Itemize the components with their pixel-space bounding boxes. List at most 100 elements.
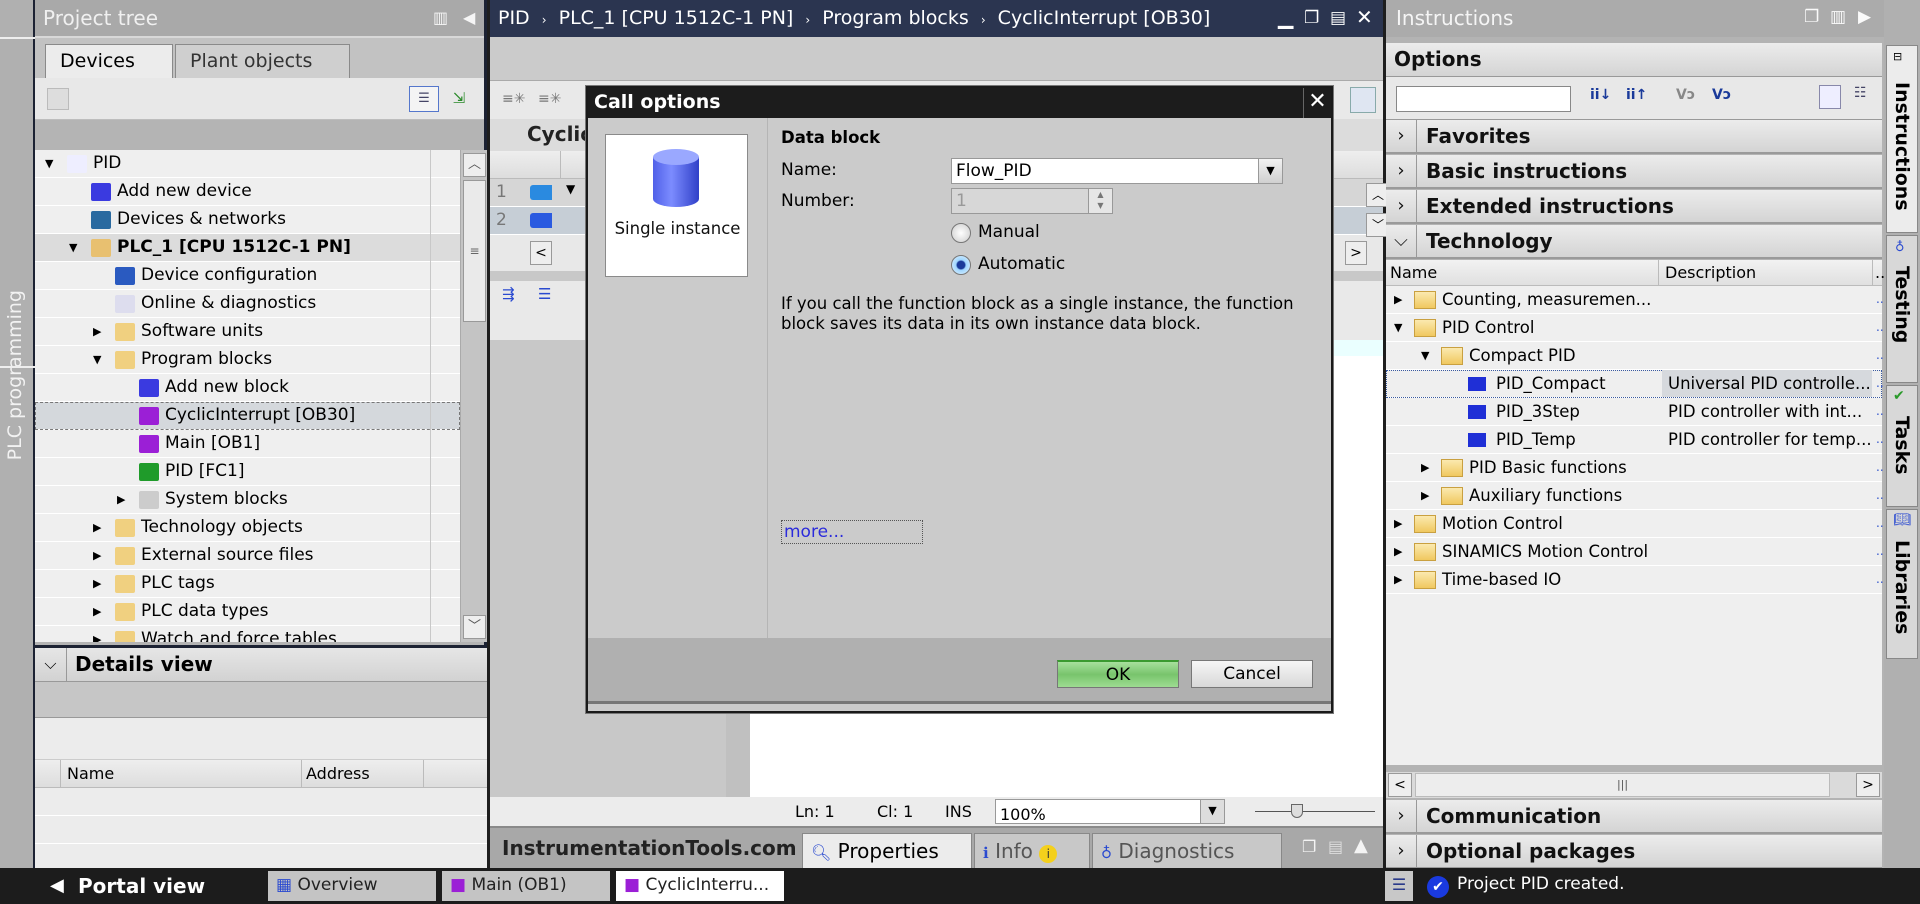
expanded-arrow-icon[interactable]: ▼ [1421, 342, 1429, 369]
user-interface-icon[interactable] [1350, 87, 1376, 113]
collapsed-arrow-icon[interactable]: ▶ [1394, 566, 1402, 593]
expanded-arrow-icon[interactable]: ▼ [93, 346, 101, 373]
manual-label[interactable]: Manual [978, 222, 1040, 242]
scroll-right-button[interactable]: > [1856, 773, 1880, 797]
zoom-slider[interactable] [1255, 804, 1375, 818]
column-description[interactable]: Description [1658, 260, 1762, 286]
automatic-label[interactable]: Automatic [978, 254, 1065, 274]
instructions-search-input[interactable] [1396, 86, 1571, 112]
collapsed-arrow-icon[interactable]: ▶ [93, 318, 101, 345]
more-info-link[interactable]: .. [1876, 398, 1884, 425]
panel-layout-icon[interactable]: ▥ [1830, 7, 1846, 27]
instruction-item[interactable]: PID_Temp PID controller for temp..... [1386, 426, 1884, 454]
show-hide-icon[interactable] [47, 88, 69, 110]
instruction-item[interactable]: ▶ Counting, measuremen..... [1386, 286, 1884, 314]
tab-tasks[interactable]: ✔ Tasks [1886, 385, 1918, 507]
instruction-item[interactable]: ▶ SINAMICS Motion Control.. [1386, 538, 1884, 566]
collapsed-arrow-icon[interactable]: ▶ [1394, 286, 1402, 313]
tree-item[interactable]: PID [FC1] [35, 458, 460, 486]
tab-instructions[interactable]: ⊟ Instructions [1886, 45, 1918, 233]
taskbar-tab-cyclicinterrupt[interactable]: ■ CyclicInterru... [616, 871, 784, 901]
collapse-right-icon[interactable]: ▶ [1858, 7, 1871, 27]
collapsed-arrow-icon[interactable]: ▶ [93, 542, 101, 569]
instruction-item[interactable]: ▶ Auxiliary functions.. [1386, 482, 1884, 510]
panel-layout-icon[interactable]: ▥ [433, 8, 448, 27]
search-down-icon[interactable]: ii↓ [1590, 87, 1611, 103]
instructions-horizontal-scrollbar[interactable]: < ||| > [1386, 772, 1882, 798]
instruction-section[interactable]: ⌵ Technology [1386, 225, 1882, 259]
scroll-left-button[interactable]: < [1388, 773, 1412, 797]
slider-knob[interactable] [1291, 804, 1303, 818]
restore-icon[interactable]: ❐ [1304, 8, 1319, 28]
instruction-item[interactable]: ▶ PID Basic functions.. [1386, 454, 1884, 482]
dialog-close-button[interactable]: ✕ [1303, 88, 1331, 118]
more-info-link[interactable]: .. [1876, 370, 1884, 397]
instruction-section[interactable]: › Basic instructions [1386, 155, 1882, 189]
more-info-link[interactable]: .. [1876, 314, 1884, 341]
expand-all-icon[interactable]: ☰ [538, 285, 551, 303]
tree-item[interactable]: ▼ Program blocks [35, 346, 460, 374]
plc-programming-strip[interactable]: PLC programming [0, 0, 35, 868]
collapsed-arrow-icon[interactable]: ▶ [1421, 482, 1429, 509]
column-name[interactable]: Name [67, 764, 114, 783]
chevron-down-icon[interactable]: ⌵ [35, 648, 67, 682]
tab-properties[interactable]: 🔍︎ Properties [802, 833, 972, 870]
scroll-thumb[interactable]: ||| [1415, 773, 1830, 797]
update-version-icon[interactable]: Vↄ [1712, 87, 1731, 103]
collapsed-arrow-icon[interactable]: ▶ [93, 514, 101, 541]
tree-item[interactable]: ▶ PLC tags [35, 570, 460, 598]
instruction-section[interactable]: › Communication [1386, 800, 1882, 834]
expand-icon[interactable]: ▼ [566, 182, 575, 196]
tab-diagnostics[interactable]: ♁ Diagnostics [1092, 833, 1282, 870]
more-info-link[interactable]: .. [1876, 342, 1884, 369]
scroll-right-button[interactable]: > [1345, 241, 1367, 265]
dropdown-arrow-icon[interactable]: ▼ [1200, 800, 1224, 823]
refresh-view-icon[interactable]: ⇲ [445, 86, 473, 112]
instruction-item[interactable]: ▶ Time-based IO.. [1386, 566, 1884, 594]
tree-item[interactable]: Device configuration [35, 262, 460, 290]
scroll-thumb[interactable]: ≡ [463, 180, 486, 322]
expanded-arrow-icon[interactable]: ▼ [1394, 314, 1402, 341]
manual-radio[interactable] [951, 223, 971, 243]
tree-item[interactable]: ▶ System blocks [35, 486, 460, 514]
tab-testing[interactable]: ♁ Testing [1886, 235, 1918, 383]
ok-button[interactable]: OK [1057, 660, 1179, 688]
instruction-item[interactable]: ▼ PID Control.. [1386, 314, 1884, 342]
breadcrumb-item[interactable]: PLC_1 [CPU 1512C-1 PN] [559, 7, 794, 29]
tab-libraries[interactable]: 📖︎ Libraries [1886, 509, 1918, 659]
scroll-left-button[interactable]: < [530, 241, 552, 265]
collapsed-arrow-icon[interactable]: ▶ [1394, 538, 1402, 565]
more-link[interactable]: more... [781, 520, 923, 544]
more-info-link[interactable]: .. [1876, 286, 1884, 313]
minimize-icon[interactable]: ▁ [1278, 5, 1293, 29]
breadcrumb-item[interactable]: Program blocks [822, 7, 969, 29]
insert-network-icon[interactable]: ≡✳ [538, 91, 561, 107]
collapsed-arrow-icon[interactable]: ▶ [93, 570, 101, 597]
version-icon[interactable]: Vↄ [1676, 87, 1695, 103]
tree-item[interactable]: Online & diagnostics [35, 290, 460, 318]
tree-item[interactable]: ▶ External source files [35, 542, 460, 570]
more-info-link[interactable]: .. [1876, 426, 1884, 453]
tab-plant-objects[interactable]: Plant objects [175, 44, 350, 80]
collapsed-arrow-icon[interactable]: ▶ [93, 598, 101, 625]
instruction-item[interactable]: PID_3Step PID controller with int..... [1386, 398, 1884, 426]
data-block-name-field[interactable]: Flow_PID ▼ [951, 158, 1283, 184]
more-info-link[interactable]: .. [1876, 538, 1884, 565]
collapsed-arrow-icon[interactable]: ▶ [1394, 510, 1402, 537]
tab-devices[interactable]: Devices [45, 44, 173, 82]
tree-item[interactable]: ▶ Technology objects [35, 514, 460, 542]
tree-item[interactable]: Main [OB1] [35, 430, 460, 458]
portal-view-button[interactable]: Portal view [78, 874, 205, 898]
tree-vertical-scrollbar[interactable]: ︿ ≡ ﹀ [460, 150, 487, 642]
instruction-section[interactable]: › Extended instructions [1386, 190, 1882, 224]
taskbar-tab-overview[interactable]: ▦ Overview [268, 871, 436, 901]
view-mode-icon[interactable] [1819, 85, 1841, 109]
collapsed-arrow-icon[interactable]: ▶ [117, 486, 125, 513]
message-history-icon[interactable]: ☰ [1385, 871, 1413, 901]
chevron-right-icon[interactable]: › [1386, 120, 1417, 152]
column-name[interactable]: Name [1390, 263, 1437, 282]
more-info-link[interactable]: .. [1876, 566, 1884, 593]
chevron-right-icon[interactable]: › [1386, 155, 1417, 187]
maximize-icon[interactable]: ▤ [1330, 8, 1346, 28]
tree-item[interactable]: Add new block [35, 374, 460, 402]
